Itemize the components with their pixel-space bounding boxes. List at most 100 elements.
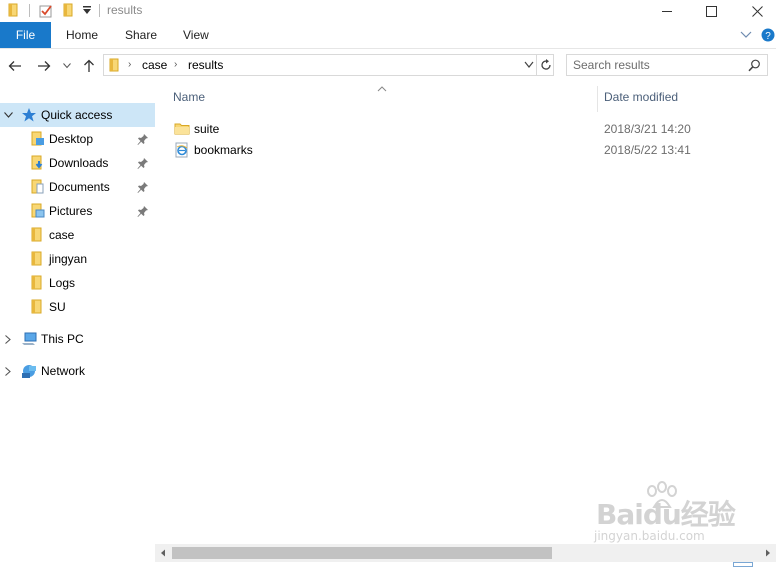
breadcrumb-separator[interactable]: › <box>128 59 131 70</box>
pin-icon <box>137 206 148 217</box>
html-document-icon <box>175 142 188 158</box>
chevron-right-icon <box>5 334 11 344</box>
nav-label: Documents <box>49 180 110 194</box>
refresh-icon[interactable] <box>540 58 552 72</box>
expand-ribbon-button[interactable] <box>740 22 752 48</box>
nav-label: case <box>49 228 75 242</box>
scrollbar-thumb[interactable] <box>172 547 552 559</box>
details-view-button[interactable] <box>733 562 753 567</box>
folder-icon <box>31 299 42 314</box>
pin-icon <box>137 158 148 169</box>
up-button[interactable] <box>80 57 98 75</box>
file-row[interactable]: suite 2018/3/21 14:20 <box>171 119 691 139</box>
horizontal-scrollbar[interactable] <box>155 544 776 562</box>
nav-item-jingyan[interactable]: jingyan <box>0 247 155 271</box>
documents-folder-icon <box>31 179 44 194</box>
folder-icon <box>174 123 190 135</box>
breadcrumb-separator[interactable]: › <box>174 59 177 70</box>
customize-toolbar-dropdown-icon[interactable] <box>82 5 92 15</box>
chevron-down-icon <box>63 63 71 69</box>
column-header-date-modified[interactable]: Date modified <box>604 90 678 104</box>
nav-label: Quick access <box>41 108 113 122</box>
breadcrumb-case[interactable]: case <box>142 58 167 72</box>
close-icon <box>751 5 763 17</box>
downloads-folder-icon <box>31 155 43 170</box>
nav-item-desktop[interactable]: Desktop <box>0 127 155 151</box>
pictures-folder-icon <box>31 203 45 218</box>
arrow-up-icon <box>84 59 94 72</box>
nav-label: This PC <box>41 332 84 346</box>
desktop-folder-icon <box>31 131 44 146</box>
svg-text:?: ? <box>765 31 771 42</box>
column-header-name[interactable]: Name <box>173 90 205 104</box>
column-divider[interactable] <box>597 86 598 112</box>
watermark-url: jingyan.baidu.com <box>594 529 705 543</box>
nav-this-pc[interactable]: This PC <box>0 327 155 351</box>
file-list: Name Date modified suite 2018/3/21 14:20… <box>155 84 776 544</box>
address-bar[interactable]: › case › results <box>103 54 554 76</box>
expand-arrow[interactable] <box>3 365 13 377</box>
nav-label: Pictures <box>49 204 93 218</box>
search-box[interactable] <box>566 54 768 76</box>
chevron-down-icon <box>740 31 752 38</box>
nav-network[interactable]: Network <box>0 359 155 383</box>
arrow-right-icon <box>38 61 51 71</box>
navigation-pane: Quick access Desktop Downloads Documents… <box>0 84 155 567</box>
chevron-down-icon[interactable] <box>524 61 534 69</box>
close-button[interactable] <box>734 0 776 22</box>
nav-label: Logs <box>49 276 76 290</box>
properties-icon[interactable] <box>38 3 54 19</box>
nav-item-pictures[interactable]: Pictures <box>0 199 155 223</box>
scroll-left-icon[interactable] <box>160 549 166 557</box>
maximize-icon <box>705 5 717 17</box>
scroll-right-icon[interactable] <box>765 549 771 557</box>
nav-item-downloads[interactable]: Downloads <box>0 151 155 175</box>
folder-icon <box>31 227 42 242</box>
navigation-bar: › case › results <box>0 49 776 83</box>
file-date: 2018/5/22 13:41 <box>604 143 691 157</box>
recent-locations-button[interactable] <box>60 57 74 75</box>
folder-icon <box>31 275 42 290</box>
minimize-icon <box>662 11 672 12</box>
tab-file[interactable]: File <box>0 22 51 48</box>
pin-icon <box>137 182 148 193</box>
watermark-logo: Baidu经验 jingyan.baidu.com <box>594 481 744 551</box>
status-bar <box>0 562 776 567</box>
expand-arrow[interactable] <box>3 333 13 345</box>
search-input[interactable] <box>573 57 743 73</box>
watermark-text: Baidu经验 <box>596 498 736 531</box>
new-folder-icon[interactable] <box>61 3 75 17</box>
ribbon-tabs: File Home Share View ? <box>0 22 776 49</box>
chevron-right-icon <box>5 366 11 376</box>
folder-icon <box>8 3 18 17</box>
help-button[interactable]: ? <box>761 22 775 48</box>
file-name: suite <box>194 122 220 136</box>
nav-quick-access[interactable]: Quick access <box>0 103 155 127</box>
star-icon <box>22 108 36 122</box>
tab-view[interactable]: View <box>169 22 223 48</box>
nav-item-su[interactable]: SU <box>0 295 155 319</box>
nav-label: Downloads <box>49 156 109 170</box>
network-icon <box>22 365 36 378</box>
nav-item-logs[interactable]: Logs <box>0 271 155 295</box>
nav-label: jingyan <box>49 252 88 266</box>
minimize-button[interactable] <box>644 0 690 22</box>
back-button[interactable] <box>6 57 24 75</box>
folder-icon <box>31 251 42 266</box>
nav-label: Desktop <box>49 132 94 146</box>
pin-icon <box>137 134 148 145</box>
forward-button[interactable] <box>35 57 53 75</box>
maximize-button[interactable] <box>688 0 734 22</box>
search-icon[interactable] <box>748 59 761 72</box>
nav-item-case[interactable]: case <box>0 223 155 247</box>
file-row[interactable]: bookmarks 2018/5/22 13:41 <box>171 140 691 160</box>
collapse-arrow[interactable] <box>3 109 13 121</box>
window-title: results <box>107 3 143 17</box>
breadcrumb-results[interactable]: results <box>188 58 223 72</box>
tab-home[interactable]: Home <box>52 22 112 48</box>
nav-item-documents[interactable]: Documents <box>0 175 155 199</box>
arrow-left-icon <box>8 61 21 71</box>
chevron-down-icon <box>3 112 13 118</box>
sort-ascending-icon <box>377 86 387 92</box>
tab-share[interactable]: Share <box>111 22 171 48</box>
